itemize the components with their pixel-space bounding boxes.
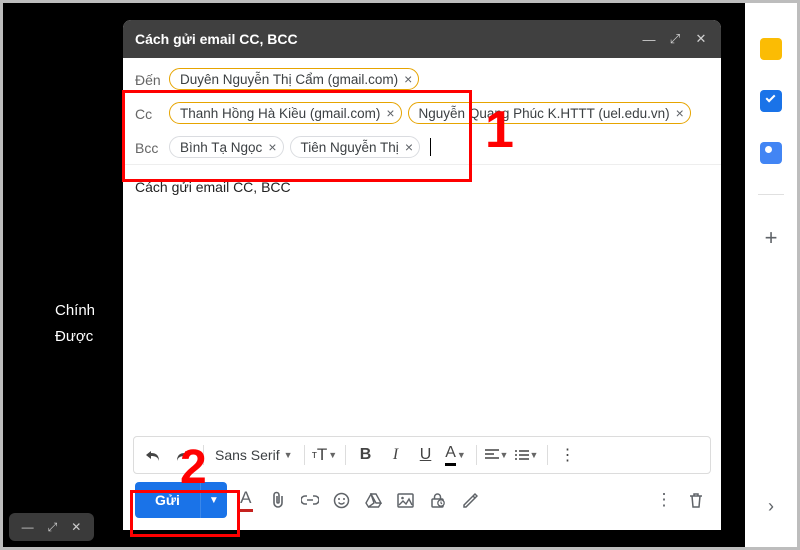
attach-icon[interactable] (265, 486, 291, 514)
more-options-icon[interactable]: ⋮ (651, 486, 677, 514)
link-icon[interactable] (297, 486, 323, 514)
confidential-icon[interactable] (425, 486, 451, 514)
discard-icon[interactable] (683, 486, 709, 514)
message-body[interactable] (123, 209, 721, 436)
compose-title: Cách gửi email CC, BCC (135, 31, 631, 47)
fullscreen-icon[interactable]: ⤢ (667, 31, 683, 47)
annotation-number-1: 1 (485, 100, 514, 160)
recipient-chip[interactable]: Duyên Nguyễn Thị Cẩm (gmail.com)× (169, 68, 419, 90)
expand-icon[interactable]: ⤢ (48, 520, 58, 535)
annotation-number-2: 2 (180, 440, 207, 495)
minimize-icon[interactable]: — (641, 32, 657, 47)
annotation-box-2 (130, 490, 240, 537)
list-button[interactable]: ▼ (514, 440, 540, 470)
drive-icon[interactable] (361, 486, 387, 514)
close-icon[interactable]: ✕ (71, 520, 81, 534)
keep-icon[interactable] (760, 38, 782, 60)
to-label: Đến (135, 68, 169, 88)
remove-chip-icon[interactable]: × (404, 71, 412, 87)
addons-plus-icon[interactable]: + (765, 225, 778, 251)
text-color-button[interactable]: A▼ (443, 440, 469, 470)
undo-button[interactable] (140, 440, 166, 470)
font-size-button[interactable]: тT▼ (312, 440, 338, 470)
background-labels: Chính Được (55, 298, 95, 350)
remove-chip-icon[interactable]: × (676, 105, 684, 121)
font-family-dropdown[interactable]: Sans Serif▼ (211, 447, 297, 463)
collapse-panel-icon[interactable]: › (768, 496, 774, 517)
underline-button[interactable]: U (413, 440, 439, 470)
minimize-icon[interactable]: — (22, 520, 34, 534)
formatting-toolbar: Sans Serif▼ тT▼ B I U A▼ ▼ ▼ ⋮ (133, 436, 711, 474)
more-formatting-button[interactable]: ⋮ (555, 440, 581, 470)
align-button[interactable]: ▼ (484, 440, 510, 470)
italic-button[interactable]: I (383, 440, 409, 470)
compose-titlebar: Cách gửi email CC, BCC — ⤢ ✕ (123, 20, 721, 58)
contacts-icon[interactable] (760, 142, 782, 164)
signature-icon[interactable] (457, 486, 483, 514)
annotation-box-1 (122, 90, 472, 182)
emoji-icon[interactable] (329, 486, 355, 514)
insert-image-icon[interactable] (393, 486, 419, 514)
tasks-icon[interactable] (760, 90, 782, 112)
bold-button[interactable]: B (353, 440, 379, 470)
right-side-panel: + › (745, 3, 797, 547)
minimized-window-bar[interactable]: — ⤢ ✕ (9, 513, 94, 541)
close-icon[interactable]: ✕ (693, 31, 709, 47)
